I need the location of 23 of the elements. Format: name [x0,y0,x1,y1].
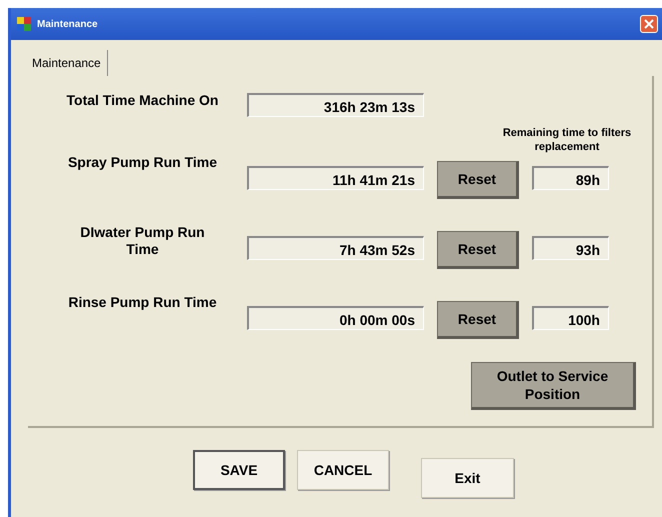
reset-button[interactable]: Reset [437,161,519,199]
close-button[interactable] [640,15,658,33]
time-field[interactable]: 7h 43m 52s [247,236,424,260]
remaining-caption: Remaining time to filters replacement [502,126,632,154]
remaining-field[interactable]: 93h [532,236,609,260]
row-label: Spray Pump Run Time [66,154,218,172]
outlet-service-button[interactable]: Outlet to Service Position [471,362,636,410]
dialog-button[interactable]: Exit [421,458,514,498]
time-field[interactable]: 11h 41m 21s [247,166,424,190]
time-field[interactable]: 0h 00m 00s [247,306,424,330]
row-label: DIwater Pump Run Time [79,224,206,259]
dialog-button[interactable]: SAVE [193,450,285,490]
app-icon [17,17,31,31]
window-title: Maintenance [37,18,99,30]
dialog-button[interactable]: CANCEL [297,450,389,490]
reset-button[interactable]: Reset [437,231,519,269]
reset-button[interactable]: Reset [437,301,519,339]
time-field[interactable]: 316h 23m 13s [247,93,424,117]
row-label: Rinse Pump Run Time [67,294,218,312]
remaining-field[interactable]: 89h [532,166,609,190]
remaining-field[interactable]: 100h [532,306,609,330]
row-label: Total Time Machine On [66,92,220,110]
close-icon [644,19,654,29]
